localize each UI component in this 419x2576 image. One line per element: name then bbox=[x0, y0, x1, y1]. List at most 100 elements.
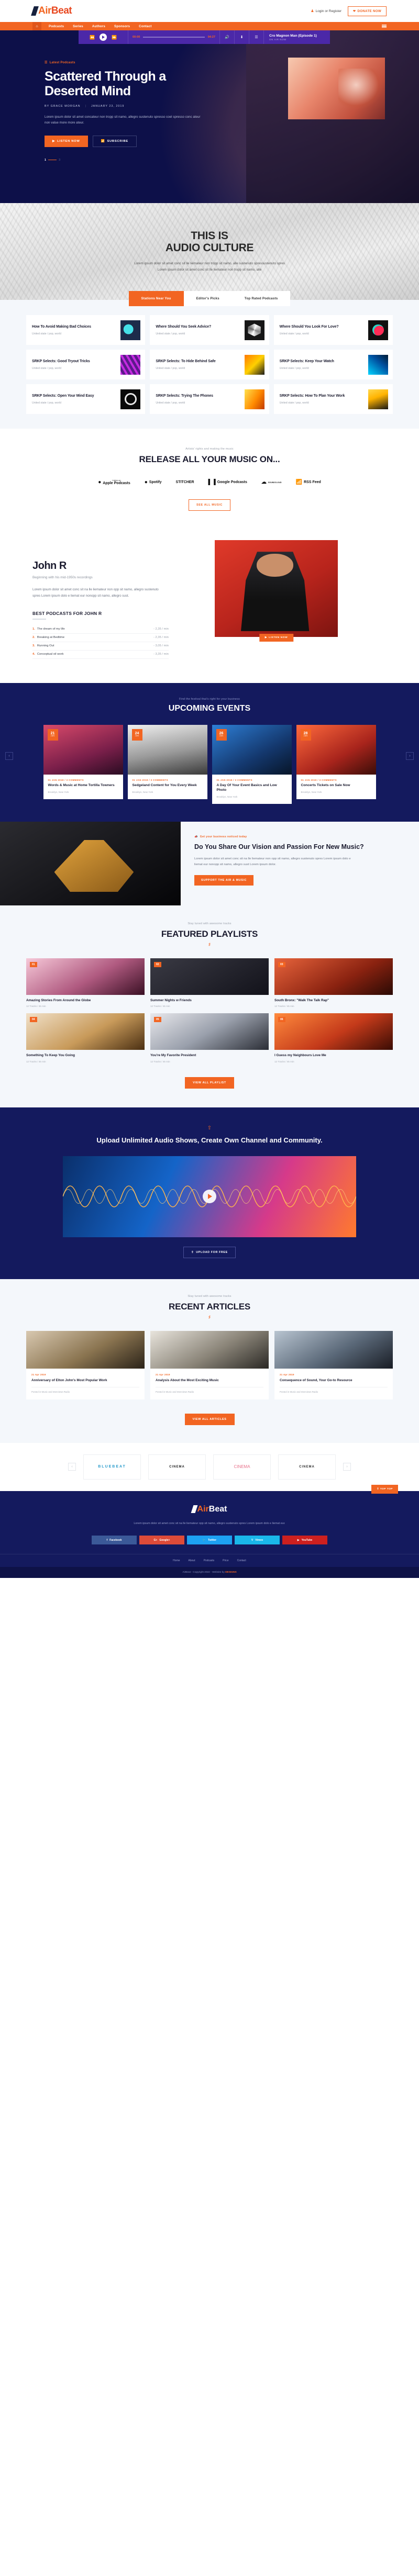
spotify-icon[interactable]: ● Spotify bbox=[145, 479, 162, 485]
fast-forward-icon[interactable]: ⏩ bbox=[112, 35, 117, 40]
download-icon[interactable]: ⬇ bbox=[235, 30, 249, 44]
article-title: Anniversary of Elton John's Most Popular… bbox=[31, 1378, 107, 1382]
volume-icon[interactable]: 🔊 bbox=[220, 30, 235, 44]
podcast-card[interactable]: Where Should You Look For Love? United s… bbox=[273, 315, 393, 345]
track-duration: - 2,35 / min bbox=[153, 628, 169, 631]
copyright-bar: AirBeat - Copyright 2022 - Website by DE… bbox=[0, 1567, 419, 1578]
nav-item-authors[interactable]: Authors bbox=[92, 25, 105, 28]
site-logo[interactable]: Air Beat bbox=[31, 5, 72, 17]
chevron-right-icon[interactable]: › bbox=[343, 1463, 351, 1471]
event-card[interactable]: 28 JAN 01 JAN 2019 / 3 COMMENTS Concerts… bbox=[296, 724, 376, 804]
vision-image bbox=[0, 821, 181, 905]
soundcloud-icon[interactable]: ☁ SOUNDCLOUD bbox=[261, 479, 282, 485]
progress-bar[interactable] bbox=[143, 37, 205, 38]
track-row[interactable]: 3. Running Out - 3,05 / min bbox=[32, 642, 169, 651]
playlist-icon[interactable]: ☰ bbox=[249, 30, 264, 44]
tab-editors-picks[interactable]: Editor's Picks bbox=[183, 291, 232, 306]
brand-logo[interactable]: BLUEBEAT bbox=[83, 1454, 141, 1480]
chevron-left-icon[interactable]: ‹ bbox=[5, 752, 13, 760]
donate-now-button[interactable]: ❤ DONATE NOW bbox=[347, 6, 387, 16]
youtube-button[interactable]: ▶ YouTube bbox=[282, 1536, 327, 1545]
vimeo-icon: V bbox=[251, 1538, 253, 1542]
playlist-badge: 01 bbox=[30, 961, 37, 967]
track-row[interactable]: 2. Breaking at Bedtime - 2,35 / min bbox=[32, 634, 169, 642]
google-podcasts-icon[interactable]: ▌▐ Google Podcasts bbox=[208, 479, 247, 485]
google-plus-button[interactable]: G+ Google+ bbox=[139, 1536, 184, 1545]
apple-podcasts-icon[interactable]: ● Listen on Apple Podcasts bbox=[98, 479, 130, 486]
nav-home-icon[interactable]: ⌂ bbox=[32, 22, 41, 30]
nav-item-contact[interactable]: Contact bbox=[139, 25, 151, 28]
login-register-link[interactable]: ♟ Login or Register bbox=[311, 9, 341, 14]
video-play-button[interactable] bbox=[203, 1190, 216, 1204]
podcast-card[interactable]: SRKP Selects: To Hide Behind Safe United… bbox=[150, 350, 269, 379]
upload-video[interactable] bbox=[63, 1156, 356, 1237]
playlist-card[interactable]: 03 South Bronx: "Walk The Talk Rap" 12 T… bbox=[274, 958, 393, 1007]
subscribe-button[interactable]: 📶 SUBSCRIBE bbox=[92, 135, 137, 147]
facebook-button[interactable]: f Facebook bbox=[92, 1536, 137, 1545]
brand-logo[interactable]: CINEMA bbox=[148, 1454, 206, 1480]
twitter-button[interactable]: 🐦 Twitter bbox=[187, 1536, 232, 1545]
track-row[interactable]: 1. The dream of my life - 2,35 / min bbox=[32, 625, 169, 634]
brand-logo[interactable]: CINEMA bbox=[278, 1454, 336, 1480]
footer-logo[interactable]: Air Beat bbox=[191, 1505, 227, 1514]
footer-link-contact[interactable]: Contact bbox=[237, 1559, 246, 1562]
upcoming-events-section: Find the festival that's right for your … bbox=[0, 682, 419, 822]
hamburger-menu-icon[interactable] bbox=[382, 24, 387, 28]
support-button[interactable]: SUPPORT THE AIR & MUSIC bbox=[194, 875, 253, 886]
podcast-card[interactable]: SRKP Selects: Open Your Mind Easy United… bbox=[26, 384, 146, 414]
chevron-left-icon[interactable]: ‹ bbox=[68, 1463, 76, 1471]
footer-link-about[interactable]: About bbox=[189, 1559, 195, 1562]
chevron-right-icon[interactable]: › bbox=[406, 752, 414, 760]
playlist-card[interactable]: 06 I Guess my Neighbours Love Me 12 Trac… bbox=[274, 1013, 393, 1063]
podcast-card[interactable]: SRKP Selects: Trying The Phones United s… bbox=[150, 384, 269, 414]
footer-link-home[interactable]: Home bbox=[173, 1559, 180, 1562]
article-card[interactable]: 21 Apr 2019 Anniversary of Elton John's … bbox=[26, 1330, 145, 1399]
player-progress[interactable]: 00:00 04:27 bbox=[128, 30, 220, 44]
podcast-card[interactable]: SRKP Selects: Keep Your Watch United sta… bbox=[273, 350, 393, 379]
back-to-top-button[interactable]: ⇧ TOP TOP bbox=[371, 1484, 398, 1494]
article-card[interactable]: 21 Apr 2019 Consequence of Sound, Your G… bbox=[274, 1330, 393, 1399]
events-kicker: Find the festival that's right for your … bbox=[179, 697, 240, 701]
event-card[interactable]: 21 JAN 01 JAN 2019 / 3 COMMENTS Words & … bbox=[43, 724, 123, 804]
article-body: 21 Apr 2019 Analysis About the Most Exci… bbox=[150, 1369, 269, 1399]
nav-item-podcasts[interactable]: Podcasts bbox=[49, 25, 64, 28]
podcast-card[interactable]: SRKP Selects: How To Plan Your Work Unit… bbox=[273, 384, 393, 414]
article-card[interactable]: 21 Apr 2019 Analysis About the Most Exci… bbox=[150, 1330, 269, 1399]
rss-glyph-icon: 📶 bbox=[295, 479, 303, 485]
vision-kicker: 📣 Get your business noticed today bbox=[194, 835, 403, 838]
playlist-card[interactable]: 05 You're My Favorite President 12 Track… bbox=[150, 1013, 269, 1063]
footer-link-price[interactable]: Price bbox=[223, 1559, 228, 1562]
upload-for-free-button[interactable]: ⇧ UPLOAD FOR FREE bbox=[183, 1246, 236, 1258]
tab-top-rated-podcasts[interactable]: Top Rated Podcasts bbox=[231, 291, 291, 306]
see-all-music-button[interactable]: SEE ALL MUSIC bbox=[189, 499, 230, 511]
stitcher-icon[interactable]: STITCHER bbox=[176, 480, 194, 484]
view-all-articles-button[interactable]: VIEW ALL ARTICLES bbox=[184, 1413, 235, 1425]
podcast-card[interactable]: How To Avoid Making Bad Choices United s… bbox=[26, 315, 146, 345]
nav-item-sponsors[interactable]: Sponsors bbox=[114, 25, 130, 28]
playlist-card[interactable]: 01 Amazing Stories From Around the Globe… bbox=[26, 958, 145, 1007]
playlist-badge: 02 bbox=[154, 961, 161, 967]
playlist-card[interactable]: 02 Summer Nights w Friends 12 Tracks / 4… bbox=[150, 958, 269, 1007]
podcast-card[interactable]: Where Should You Seek Advice? United sta… bbox=[150, 315, 269, 345]
podcast-glyph-icon: ● bbox=[98, 479, 102, 485]
playlist-card[interactable]: 04 Something To Keep You Going 12 Tracks… bbox=[26, 1013, 145, 1063]
artist-listen-now-button[interactable]: ▶ LISTEN NOW bbox=[259, 634, 294, 642]
event-card[interactable]: 24 JAN 01 JAN 2019 / 3 COMMENTS Sedgelan… bbox=[127, 724, 207, 804]
tab-stations-near-you[interactable]: Stations Near You bbox=[128, 291, 184, 306]
hero-slider-pagination[interactable]: 1 3 bbox=[45, 159, 194, 162]
play-button[interactable] bbox=[100, 33, 107, 41]
podcast-card[interactable]: SRKP Selects: Good Tryout Tricks United … bbox=[26, 350, 146, 379]
login-label: Login or Register bbox=[315, 9, 341, 13]
nav-item-series[interactable]: Series bbox=[73, 25, 83, 28]
vimeo-button[interactable]: V Vimeo bbox=[235, 1536, 280, 1545]
track-row[interactable]: 4. Conceptual oil work - 3,35 / min bbox=[32, 651, 169, 659]
rewind-icon[interactable]: ⏪ bbox=[90, 35, 95, 40]
rss-feed-icon[interactable]: 📶 RSS Feed bbox=[296, 479, 321, 485]
main-navigation: ⌂ Podcasts Series Authors Sponsors Conta… bbox=[0, 22, 419, 30]
listen-now-button[interactable]: ▶ LISTEN NOW bbox=[45, 135, 88, 147]
event-card[interactable]: 26 JAN 01 JAN 2019 / 3 COMMENTS A Day Of… bbox=[212, 724, 292, 804]
brand-logo[interactable]: CINEMA bbox=[213, 1454, 271, 1480]
view-all-playlist-button[interactable]: VIEW ALL PLAYLIST bbox=[185, 1077, 234, 1089]
vision-paragraph: Lorem ipsum dolor sit amet conc sit na l… bbox=[194, 857, 351, 867]
footer-link-podcasts[interactable]: Podcasts bbox=[204, 1559, 215, 1562]
